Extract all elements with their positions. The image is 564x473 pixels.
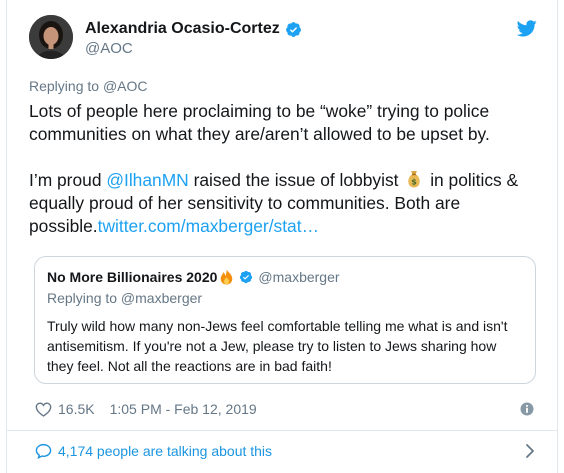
replying-prefix: Replying to [29, 78, 103, 94]
like-count[interactable]: 16.5K [58, 401, 95, 417]
tweet-timestamp[interactable]: 1:05 PM - Feb 12, 2019 [110, 401, 257, 417]
twitter-bird-icon[interactable] [517, 20, 537, 37]
quoted-tweet-link[interactable]: twitter.com/maxberger/stat… [98, 216, 319, 236]
fire-emoji [221, 269, 233, 285]
author-name-row[interactable]: Alexandria Ocasio-Cortez [85, 20, 302, 38]
conversation-link[interactable]: 4,174 people are talking about this [35, 443, 272, 459]
avatar[interactable] [29, 15, 73, 59]
p2-text-1: I’m proud [29, 170, 107, 190]
svg-text:$: $ [412, 178, 418, 187]
quoted-tweet-text: Truly wild how many non-Jews feel comfor… [47, 318, 508, 374]
tweet-text: Lots of people here proclaiming to be “w… [29, 100, 544, 238]
money-bag-emoji: $ [408, 171, 421, 188]
p2-text-2: raised the issue of lobbyist [188, 170, 404, 190]
heart-icon[interactable] [35, 402, 52, 417]
conversation-count[interactable]: 4,174 people are talking about this [58, 443, 272, 459]
replying-handle-link[interactable]: @AOC [103, 78, 148, 94]
tweet-paragraph-2: I’m proud @IlhanMN raised the issue of l… [29, 169, 544, 238]
tweet-meta: 16.5K 1:05 PM - Feb 12, 2019 [35, 401, 257, 417]
quoted-tweet-header: No More Billionaires 2020 @maxberger [47, 269, 340, 285]
speech-bubble-icon [35, 443, 52, 459]
quoted-tweet[interactable]: No More Billionaires 2020 @maxberger Rep… [34, 256, 536, 384]
tweet-card: Alexandria Ocasio-Cortez @AOC Replying t… [6, 0, 558, 473]
verified-badge-icon [240, 270, 253, 284]
author-name[interactable]: Alexandria Ocasio-Cortez [85, 20, 280, 38]
author-handle[interactable]: @AOC [85, 40, 133, 57]
quoted-author-handle: @maxberger [258, 269, 340, 285]
replying-to: Replying to @AOC [29, 78, 148, 94]
avatar-image [29, 15, 73, 59]
divider [7, 430, 557, 431]
quoted-replying-to: Replying to @maxberger [47, 290, 203, 306]
info-icon[interactable] [520, 402, 534, 416]
tweet-paragraph-1: Lots of people here proclaiming to be “w… [29, 101, 490, 144]
quoted-author-name: No More Billionaires 2020 [47, 269, 218, 285]
verified-badge-icon [285, 21, 301, 37]
chevron-right-icon[interactable] [525, 443, 535, 459]
mention-link[interactable]: @IlhanMN [106, 170, 188, 190]
